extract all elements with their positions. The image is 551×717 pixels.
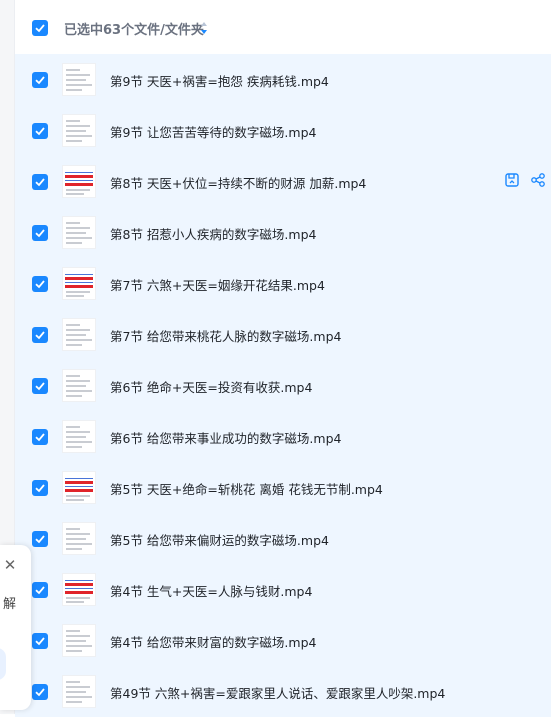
file-name[interactable]: 第5节 天医+绝命=斩桃花 离婚 花钱无节制.mp4 — [110, 479, 383, 498]
close-icon[interactable]: ✕ — [3, 558, 17, 573]
save-to-disk-icon[interactable] — [504, 172, 520, 188]
file-checkbox[interactable] — [32, 429, 48, 445]
video-thumbnail — [62, 471, 96, 504]
file-checkbox[interactable] — [32, 174, 48, 190]
file-name[interactable]: 第6节 绝命+天医=投资有收获.mp4 — [110, 377, 312, 396]
file-name[interactable]: 第7节 六煞+天医=姻缘开花结果.mp4 — [110, 275, 325, 294]
file-row[interactable]: 第4节 给您带来财富的数字磁场.mp4 — [15, 615, 551, 666]
file-checkbox[interactable] — [32, 72, 48, 88]
share-icon[interactable] — [530, 172, 546, 188]
video-thumbnail — [62, 369, 96, 402]
video-thumbnail — [62, 114, 96, 147]
file-checkbox[interactable] — [32, 684, 48, 700]
file-name[interactable]: 第8节 招惹小人疾病的数字磁场.mp4 — [110, 224, 316, 243]
file-row[interactable]: 第4节 生气+天医=人脉与钱财.mp4 — [15, 564, 551, 615]
file-checkbox[interactable] — [32, 378, 48, 394]
file-name[interactable]: 第4节 生气+天医=人脉与钱财.mp4 — [110, 581, 312, 600]
file-row[interactable]: 第8节 天医+伏位=持续不断的财源 加薪.mp4 — [15, 156, 551, 207]
file-row[interactable]: 第49节 六煞+祸害=爱跟家里人说话、爱跟家里人吵架.mp4 — [15, 666, 551, 717]
side-panel-handle[interactable] — [0, 648, 6, 680]
video-thumbnail — [62, 573, 96, 606]
file-checkbox[interactable] — [32, 276, 48, 292]
file-name[interactable]: 第9节 让您苦苦等待的数字磁场.mp4 — [110, 122, 316, 141]
video-thumbnail — [62, 63, 96, 96]
file-row[interactable]: 第7节 六煞+天医=姻缘开花结果.mp4 — [15, 258, 551, 309]
file-row[interactable]: 第6节 给您带来事业成功的数字磁场.mp4 — [15, 411, 551, 462]
selection-count-label: 已选中63个文件/文件夹 — [64, 23, 204, 38]
video-thumbnail — [62, 675, 96, 708]
video-thumbnail — [62, 318, 96, 351]
sort-icon[interactable] — [200, 21, 208, 35]
file-row[interactable]: 第9节 天医+祸害=抱怨 疾病耗钱.mp4 — [15, 54, 551, 105]
select-all-checkbox[interactable] — [32, 20, 48, 36]
video-thumbnail — [62, 420, 96, 453]
floating-side-panel: ✕ 解 — [0, 545, 31, 710]
file-row[interactable]: 第7节 给您带来桃花人脉的数字磁场.mp4 — [15, 309, 551, 360]
file-row[interactable]: 第8节 招惹小人疾病的数字磁场.mp4 — [15, 207, 551, 258]
file-name[interactable]: 第4节 给您带来财富的数字磁场.mp4 — [110, 632, 316, 651]
side-panel-label[interactable]: 解 — [3, 593, 16, 612]
file-name[interactable]: 第9节 天医+祸害=抱怨 疾病耗钱.mp4 — [110, 71, 329, 90]
row-actions — [504, 172, 551, 190]
file-checkbox[interactable] — [32, 327, 48, 343]
video-thumbnail — [62, 165, 96, 198]
file-checkbox[interactable] — [32, 123, 48, 139]
file-checkbox[interactable] — [32, 633, 48, 649]
file-name[interactable]: 第49节 六煞+祸害=爱跟家里人说话、爱跟家里人吵架.mp4 — [110, 683, 445, 702]
file-row[interactable]: 第5节 天医+绝命=斩桃花 离婚 花钱无节制.mp4 — [15, 462, 551, 513]
video-thumbnail — [62, 267, 96, 300]
file-name[interactable]: 第5节 给您带来偏财运的数字磁场.mp4 — [110, 530, 329, 549]
file-name[interactable]: 第7节 给您带来桃花人脉的数字磁场.mp4 — [110, 326, 341, 345]
file-name[interactable]: 第6节 给您带来事业成功的数字磁场.mp4 — [110, 428, 341, 447]
file-checkbox[interactable] — [32, 225, 48, 241]
file-name[interactable]: 第8节 天医+伏位=持续不断的财源 加薪.mp4 — [110, 173, 366, 192]
file-row[interactable]: 第6节 绝命+天医=投资有收获.mp4 — [15, 360, 551, 411]
video-thumbnail — [62, 216, 96, 249]
video-thumbnail — [62, 522, 96, 555]
file-checkbox[interactable] — [32, 582, 48, 598]
video-thumbnail — [62, 624, 96, 657]
list-header: 已选中63个文件/文件夹 — [15, 0, 551, 54]
file-checkbox[interactable] — [32, 480, 48, 496]
file-checkbox[interactable] — [32, 531, 48, 547]
file-row[interactable]: 第5节 给您带来偏财运的数字磁场.mp4 — [15, 513, 551, 564]
file-row[interactable]: 第9节 让您苦苦等待的数字磁场.mp4 — [15, 105, 551, 156]
